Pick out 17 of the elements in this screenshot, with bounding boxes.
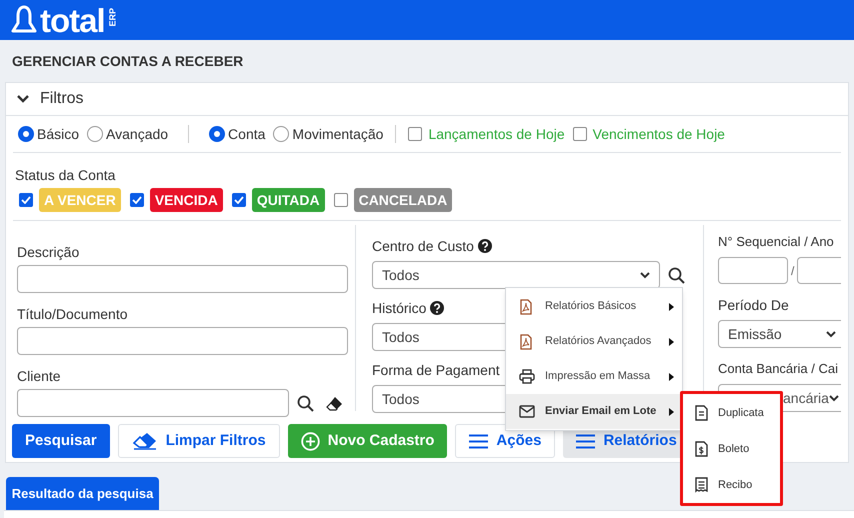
select-value: Todos	[382, 328, 420, 346]
select-value: Emissão	[728, 324, 783, 344]
field-label: Centro de Custo	[372, 237, 474, 255]
page-title: GERENCIAR CONTAS A RECEBER	[11, 52, 244, 70]
field-label: N° Sequencial / Ano	[718, 233, 835, 251]
field-label: Período De	[718, 296, 790, 314]
select-value: Todos	[382, 266, 420, 284]
field-label: Conta Bancária / Cai	[718, 360, 839, 378]
select-value: Todos	[382, 390, 420, 408]
field-label: Descrição	[17, 243, 80, 261]
field-label: Histórico	[372, 299, 426, 317]
field-label: Título/Documento	[17, 305, 128, 323]
field-label: Status da Conta	[15, 166, 116, 184]
field-label: Cliente	[17, 367, 62, 385]
separator-text: /	[791, 262, 794, 280]
field-label: Forma de Pagament	[372, 361, 500, 379]
select-value: ancária	[783, 388, 829, 408]
